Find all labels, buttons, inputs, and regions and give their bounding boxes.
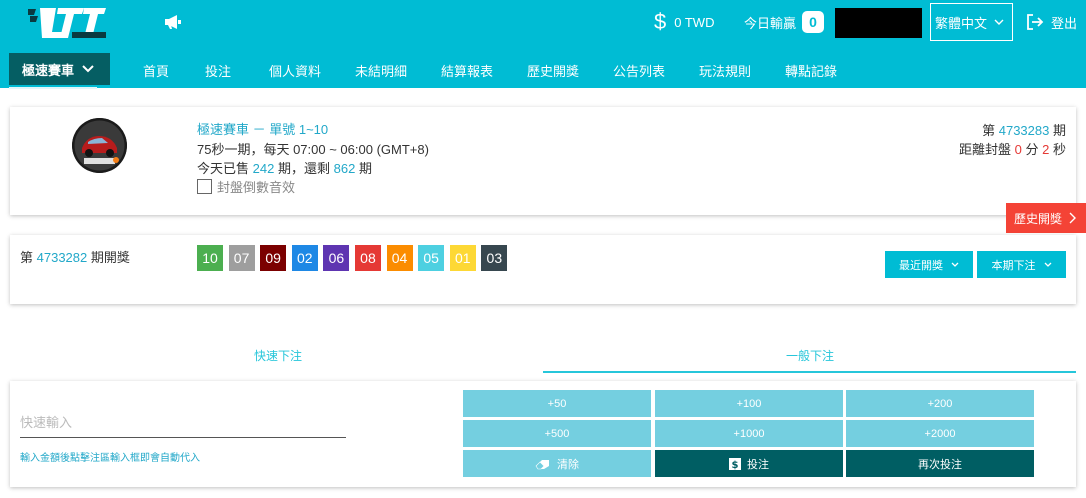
last-draw-panel: 第 4733282 期開獎 10 07 09 02 06 08 04 05 01 03 最近開獎 …	[10, 235, 1076, 304]
megaphone-icon[interactable]	[164, 14, 182, 30]
game-title: 極速賽車 － 單號 1~10	[197, 122, 329, 137]
draw-ball: 08	[354, 245, 381, 271]
clear-label: 清除	[557, 458, 579, 471]
today-winloss-badge: 0	[802, 11, 825, 33]
chevron-down-icon	[82, 65, 94, 73]
nav-item-unsettled[interactable]: 未結明細	[355, 61, 407, 80]
draw-ball: 05	[418, 245, 445, 271]
balance-amount: 0 TWD	[674, 14, 715, 30]
amount-button-1000[interactable]: +1000	[655, 420, 843, 447]
nav-item-announcements[interactable]: 公告列表	[613, 61, 665, 80]
chevron-down-icon	[951, 262, 959, 267]
draw-result-balls: 10 07 09 02 06 08 04 05 01 03	[197, 245, 513, 271]
game-avatar	[72, 118, 127, 173]
draw-ball: 01	[449, 245, 476, 271]
recent-draws-label: 最近開獎	[899, 259, 943, 272]
tab-quick-bet[interactable]: 快速下注	[254, 347, 302, 364]
balance-display: $ 0 TWD	[654, 10, 714, 34]
period-prefix: 第	[982, 123, 996, 138]
recent-draws-button[interactable]: 最近開獎	[885, 251, 973, 278]
amount-button-50[interactable]: +50	[463, 390, 651, 417]
draw-ball: 09	[260, 245, 287, 271]
last-draw-period: 4733282	[36, 250, 88, 265]
site-logo[interactable]	[28, 6, 108, 40]
game-select-label: 極速賽車	[22, 62, 75, 78]
amount-button-2000[interactable]: +2000	[846, 420, 1034, 447]
draw-suffix: 期開獎	[90, 250, 130, 265]
minutes-label: 分	[1025, 142, 1039, 157]
draw-ball: 07	[228, 245, 255, 271]
tab-active-underline	[543, 371, 1076, 373]
redacted-username	[835, 8, 922, 38]
submit-bet-label: 投注	[747, 458, 769, 471]
quick-amount-input[interactable]	[20, 408, 346, 438]
dollar-icon: $	[654, 9, 667, 34]
sold-prefix: 今天已售	[197, 161, 250, 176]
sound-toggle[interactable]: 封盤倒數音效	[197, 177, 295, 196]
language-select[interactable]: 繁體中文	[930, 3, 1013, 41]
close-label: 距離封盤	[958, 142, 1011, 157]
game-sales-info: 今天已售 242 期，還剩 862 期	[197, 158, 372, 177]
game-select-dropdown[interactable]: 極速賽車	[9, 53, 110, 85]
period-suffix: 期	[1052, 123, 1066, 138]
sold-count: 242	[252, 161, 275, 176]
nav-item-profile[interactable]: 個人資料	[269, 61, 321, 80]
draw-ball: 10	[197, 245, 223, 271]
draw-ball: 03	[481, 245, 508, 271]
bet-panel: 輸入金額後點擊注區輸入框即會自動代入 +50 +100 +200 +500 +1…	[10, 381, 1076, 487]
sound-label: 封盤倒數音效	[217, 180, 296, 195]
amount-button-500[interactable]: +500	[463, 420, 651, 447]
draw-prefix: 第	[20, 250, 34, 265]
tab-general-bet[interactable]: 一般下注	[786, 347, 834, 364]
svg-text:$: $	[732, 460, 739, 470]
nav-item-home[interactable]: 首頁	[143, 61, 169, 80]
period-bets-button[interactable]: 本期下注	[977, 251, 1066, 278]
close-seconds: 2	[1042, 142, 1050, 157]
draw-ball: 02	[291, 245, 318, 271]
game-info-panel: 極速賽車 － 單號 1~10 75秒一期，每天 07:00 ~ 06:00 (G…	[10, 107, 1076, 215]
draw-ball: 04	[386, 245, 413, 271]
nav-item-rules[interactable]: 玩法規則	[699, 61, 751, 80]
sold-mid: 期，還剩	[277, 161, 330, 176]
close-countdown: 距離封盤 0 分 2 秒	[959, 139, 1066, 158]
today-winloss: 今日輸贏 0	[744, 10, 825, 34]
language-select-value: 繁體中文	[935, 15, 988, 31]
sold-suffix: 期	[358, 161, 372, 176]
today-winloss-label: 今日輸贏	[744, 15, 797, 31]
logout-icon	[1027, 14, 1044, 30]
remaining-count: 862	[333, 161, 356, 176]
logout-button[interactable]: 登出	[1025, 10, 1077, 34]
quick-input-hint: 輸入金額後點擊注區輸入框即會自動代入	[20, 453, 200, 464]
amount-button-200[interactable]: +200	[846, 390, 1034, 417]
submit-bet-button[interactable]: $ 投注	[655, 450, 843, 477]
current-period: 第 4733283 期	[982, 120, 1066, 139]
chevron-down-icon	[1044, 262, 1051, 267]
nav-item-draw-history[interactable]: 歷史開獎	[527, 61, 579, 80]
clear-button[interactable]: 清除	[463, 450, 651, 477]
chevron-right-icon	[1069, 212, 1076, 224]
close-minutes: 0	[1014, 142, 1022, 157]
dollar-icon: $	[729, 457, 741, 470]
draw-history-tab-label: 歷史開獎	[1013, 211, 1062, 226]
game-schedule: 75秒一期，每天 07:00 ~ 06:00 (GMT+8)	[197, 142, 429, 157]
top-header: $ 0 TWD 今日輸贏 0 繁體中文 登出 極速賽車 首頁 投注 個人資料 未…	[0, 0, 1086, 89]
chevron-down-icon	[994, 19, 1004, 25]
nav-item-settlement-report[interactable]: 結算報表	[441, 61, 493, 80]
rebet-button[interactable]: 再次投注	[846, 450, 1034, 477]
sound-checkbox[interactable]	[197, 179, 212, 194]
seconds-label: 秒	[1052, 142, 1066, 157]
current-period-number: 4733283	[998, 123, 1050, 138]
logout-label: 登出	[1051, 15, 1078, 31]
nav-item-bet[interactable]: 投注	[205, 61, 231, 80]
amount-button-100[interactable]: +100	[655, 390, 843, 417]
main-nav: 極速賽車 首頁 投注 個人資料 未結明細 結算報表 歷史開獎 公告列表 玩法規則…	[0, 52, 1086, 89]
eraser-icon	[535, 459, 549, 469]
draw-ball: 06	[323, 245, 350, 271]
nav-item-transfer-records[interactable]: 轉點記錄	[785, 61, 837, 80]
draw-history-tab[interactable]: 歷史開獎	[1006, 203, 1086, 233]
period-bets-label: 本期下注	[991, 259, 1036, 272]
last-draw-label: 第 4733282 期開獎	[20, 247, 130, 266]
nav-active-underline	[9, 87, 97, 89]
